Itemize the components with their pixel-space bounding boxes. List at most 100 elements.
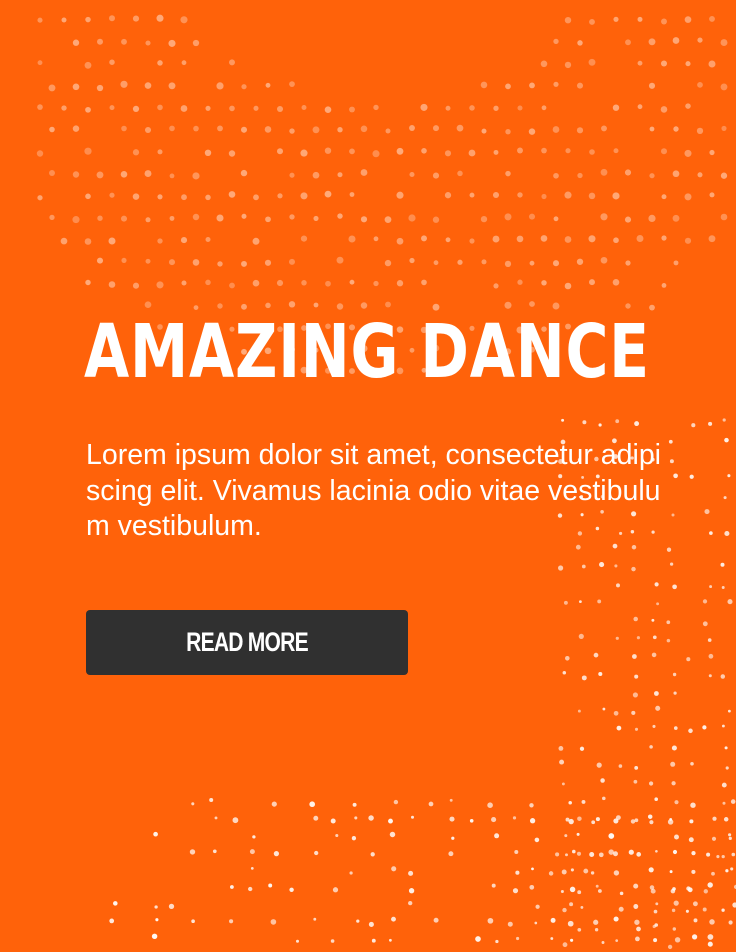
pattern-dot (697, 37, 703, 43)
pattern-dot (555, 852, 560, 857)
pattern-dot (651, 618, 655, 622)
pattern-dot (615, 815, 621, 821)
pattern-dot (612, 192, 620, 200)
pattern-dot (505, 83, 511, 90)
pattern-dot (553, 216, 559, 222)
pattern-dot (168, 82, 176, 90)
pattern-dot (373, 236, 379, 242)
pattern-dot (648, 781, 654, 786)
pattern-dot (721, 854, 725, 859)
pattern-dot (391, 866, 397, 872)
pattern-dot (265, 82, 271, 88)
pattern-dot (432, 172, 440, 179)
read-more-button[interactable]: READ MORE (86, 610, 408, 675)
pattern-dot (723, 817, 729, 822)
pattern-dot (564, 191, 572, 199)
pattern-dot (616, 583, 620, 588)
pattern-dot (529, 301, 535, 307)
pattern-dot (241, 260, 247, 267)
pattern-dot (572, 849, 576, 854)
pattern-dot (672, 37, 680, 44)
pattern-dot (193, 125, 199, 132)
pattern-dot (276, 148, 284, 155)
pattern-dot (692, 901, 698, 907)
pattern-dot (144, 126, 152, 134)
pattern-dot (168, 39, 176, 47)
pattern-dot (661, 194, 667, 200)
pattern-dot (702, 621, 708, 627)
pattern-dot (708, 421, 713, 426)
pattern-dot (697, 172, 703, 178)
pattern-dot (384, 216, 392, 223)
pattern-dot (253, 105, 259, 111)
pattern-dot (666, 547, 672, 552)
pattern-dot (650, 888, 656, 894)
pattern-dot (408, 870, 414, 876)
pattern-dot (712, 816, 717, 821)
pattern-dot (608, 833, 615, 839)
pattern-dot (349, 148, 355, 155)
pattern-dot (702, 907, 707, 912)
pattern-dot (724, 746, 728, 750)
pattern-dot (648, 82, 656, 89)
pattern-dot (349, 871, 353, 875)
pattern-dot (393, 799, 399, 805)
pattern-dot (673, 126, 679, 132)
pattern-dot (568, 818, 574, 825)
pattern-dot (688, 728, 693, 734)
pattern-dot (648, 38, 656, 46)
pattern-dot (264, 126, 272, 133)
pattern-dot (212, 849, 217, 854)
pattern-dot (598, 671, 603, 677)
pattern-dot (250, 867, 254, 870)
pattern-dot (528, 213, 536, 220)
pattern-dot (145, 217, 151, 223)
pattern-dot (595, 884, 599, 888)
pattern-dot (48, 84, 56, 92)
pattern-dot (49, 214, 55, 221)
pattern-dot (671, 781, 676, 786)
pattern-dot (349, 106, 355, 113)
pattern-dot (672, 887, 676, 891)
pattern-dot (661, 18, 667, 25)
pattern-dot (388, 818, 393, 824)
pattern-dot (635, 936, 640, 942)
pattern-dot (265, 216, 271, 223)
pattern-dot (688, 837, 694, 843)
pattern-dot (296, 939, 299, 943)
pattern-dot (121, 125, 127, 132)
pattern-dot (674, 937, 681, 943)
pattern-dot (613, 16, 619, 22)
pattern-dot (671, 513, 675, 517)
pattern-dot (253, 194, 259, 201)
pattern-dot (481, 128, 487, 134)
pattern-dot (685, 61, 691, 67)
pattern-dot (707, 638, 712, 642)
pattern-dot (276, 279, 284, 287)
pattern-dot (157, 238, 163, 244)
pattern-dot (720, 39, 728, 47)
pattern-dot (558, 745, 564, 751)
pattern-dot (192, 39, 200, 47)
pattern-dot (332, 887, 339, 893)
pattern-dot (517, 105, 523, 111)
pattern-dot (669, 562, 674, 566)
pattern-dot (589, 852, 595, 857)
pattern-dot (634, 818, 639, 823)
pattern-dot (702, 725, 707, 730)
pattern-dot (727, 599, 733, 605)
pattern-dot (561, 869, 567, 875)
pattern-dot (541, 105, 547, 111)
pattern-dot (541, 280, 547, 286)
pattern-dot (97, 38, 103, 45)
hero-section: AMAZING DANCE (84, 310, 674, 394)
pattern-dot (634, 766, 639, 770)
pattern-dot (707, 941, 713, 947)
pattern-dot (600, 778, 605, 783)
pattern-dot (271, 801, 277, 807)
pattern-dot (504, 260, 512, 268)
pattern-dot (661, 235, 667, 241)
pattern-dot (708, 60, 716, 68)
read-more-label: READ MORE (186, 627, 308, 657)
pattern-dot (593, 919, 599, 925)
